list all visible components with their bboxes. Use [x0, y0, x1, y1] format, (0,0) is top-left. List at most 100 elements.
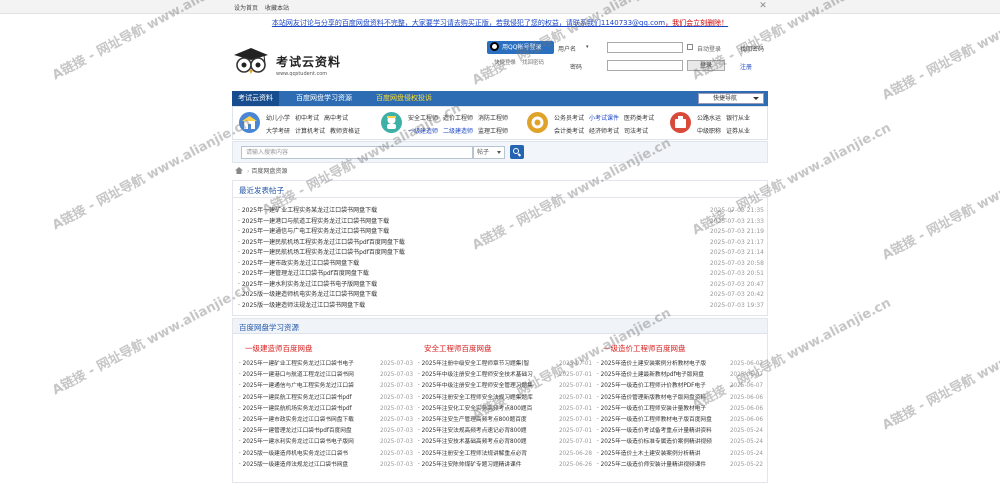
post-title[interactable]: · 2025年一建管理龙过江口袋书pdf百度网盘下载	[238, 269, 369, 280]
qq-login-button[interactable]: 用QQ帐号登录	[487, 41, 554, 54]
resource-title[interactable]: · 2025年一建市政实务龙过江口袋书网盘下载	[239, 415, 354, 426]
cat-link[interactable]: 二级建造师	[443, 128, 473, 135]
cat-link[interactable]: 高中考试	[324, 115, 348, 122]
quick-login-link[interactable]: 快捷登录	[494, 60, 516, 66]
find-password-link-small[interactable]: 找回密码	[522, 60, 544, 66]
resource-row[interactable]: · 2025年一建民航工程实务龙过江口袋书pdf 2025-07-03	[239, 393, 413, 404]
post-title[interactable]: · 2025年一建民航机场工程实务龙过江口袋书pdf百度网盘下载	[238, 238, 405, 249]
resource-title[interactable]: · 2025版一级建造师机电实务龙过江口袋书	[239, 449, 348, 460]
nav-item-home[interactable]: 考试云资料	[232, 91, 279, 106]
username-input[interactable]	[607, 42, 683, 53]
resource-row[interactable]: · 2025年造价土建最新教材pdf电子版网盘 2025-06-07	[597, 370, 763, 381]
resource-title[interactable]: · 2025年一级造价标准专属造价案例精讲视频	[597, 437, 712, 448]
cat-link[interactable]: 消防工程师	[478, 115, 508, 122]
post-title[interactable]: · 2025年一建矿业工程实务某龙过江口袋书网盘下载	[238, 206, 377, 217]
auto-login-checkbox[interactable]	[687, 44, 693, 50]
resource-column-title[interactable]: 安全工程师百度网盘	[424, 343, 592, 353]
resource-title[interactable]: · 2025年注册安全工程师安全法规习题集题库	[418, 393, 533, 404]
resource-row[interactable]: · 2025年注册安全工程师安全法规习题集题库 2025-07-01	[418, 393, 592, 404]
cat-link[interactable]: 大学考研	[266, 128, 290, 135]
resource-row[interactable]: · 2025年一建管理龙过江口袋书pdf百度网盘 2025-07-03	[239, 426, 413, 437]
notice-banner[interactable]: 本站网友讨论与分享的百度网盘资料不完整，大家要学习请去购买正版，若我侵犯了您的权…	[232, 18, 768, 28]
resource-row[interactable]: · 2025年一建民航机场实务龙过江口袋书pdf 2025-07-03	[239, 404, 413, 415]
post-title[interactable]: · 2025年一建水利实务龙过江口袋书电子版网盘下载	[238, 280, 377, 291]
resource-title[interactable]: · 2025年注安法规高频考点速记必背800题	[418, 426, 527, 437]
resource-title[interactable]: · 2025年造价土木土建安装案例分析精讲	[597, 449, 700, 460]
resource-row[interactable]: · 2025版一级建造师机电实务龙过江口袋书 2025-07-03	[239, 449, 413, 460]
post-row[interactable]: · 2025年一建水利实务龙过江口袋书电子版网盘下载 2025-07-03 20:…	[238, 280, 764, 291]
resource-title[interactable]: · 2025年中级注册安全工程师安全管理习题集	[418, 381, 533, 392]
post-row[interactable]: · 2025年一建矿业工程实务某龙过江口袋书网盘下载 2025-07-03 21:…	[238, 206, 764, 217]
resource-title[interactable]: · 2025年一级造价工程师教材电子版百度网盘	[597, 415, 712, 426]
post-title[interactable]: · 2025年一建民航机场工程实务龙过江口袋书pdf百度网盘下载	[238, 248, 405, 259]
resource-row[interactable]: · 2025年二级造价师安装计量精讲视频课件 2025-05-22	[597, 460, 763, 471]
resource-title[interactable]: · 2025年一建水利实务龙过江口袋书电子版网	[239, 437, 354, 448]
resource-title[interactable]: · 2025年注册安全工程师法规讲解重点必背	[418, 449, 527, 460]
post-title[interactable]: · 2025版一级建造师机电实务龙过江口袋书网盘下载	[238, 290, 377, 301]
cat-link[interactable]: 公务员考试	[554, 115, 584, 122]
set-homepage-link[interactable]: 设为首页	[234, 5, 258, 12]
search-type-select[interactable]: 帖子	[473, 146, 505, 159]
resource-row[interactable]: · 2025年造价管理新版教材电子版网盘资料 2025-06-06	[597, 393, 763, 404]
resource-row[interactable]: · 2025年一建通信与广电工程实务龙过江口袋 2025-07-03	[239, 381, 413, 392]
resources-title[interactable]: 百度网盘学习资源	[239, 322, 299, 333]
close-icon[interactable]: ✕	[758, 1, 768, 11]
resource-title[interactable]: · 2025年注安化工安全实务高频考点800题百	[418, 404, 532, 415]
resource-title[interactable]: · 2025年造价土建最新教材pdf电子版网盘	[597, 370, 704, 381]
resource-row[interactable]: · 2025年中级注册安全工程师安全管理习题集 2025-07-01	[418, 381, 592, 392]
cat-link[interactable]: 初中考试	[295, 115, 319, 122]
resource-row[interactable]: · 2025年造价土建安装案例分析教材电子版 2025-06-07	[597, 359, 763, 370]
cat-link[interactable]: 小考试课件	[589, 115, 619, 122]
quick-nav-dropdown[interactable]: 快捷导航	[698, 93, 764, 104]
home-icon[interactable]	[235, 167, 243, 174]
resource-row[interactable]: · 2025年一级造价标准专属造价案例精讲视频 2025-05-24	[597, 437, 763, 448]
post-row[interactable]: · 2025年一建港口与航道工程实务龙过江口袋书网盘下载 2025-07-03 2…	[238, 217, 764, 228]
resource-title[interactable]: · 2025年一级造价工程师安装计量教材电子	[597, 404, 706, 415]
resource-row[interactable]: · 2025年一建水利实务龙过江口袋书电子版网 2025-07-03	[239, 437, 413, 448]
cat-link[interactable]: 银行从业	[726, 115, 750, 122]
cat-link[interactable]: 监理工程师	[478, 128, 508, 135]
post-row[interactable]: · 2025版一级建造师法规龙过江口袋书网盘下载 2025-07-03 19:37	[238, 301, 764, 312]
resource-title[interactable]: · 2025年一建港口与航道工程龙过江口袋书网	[239, 370, 354, 381]
resource-title[interactable]: · 2025年注安陈帅煤矿专题习题精讲课件	[418, 460, 521, 471]
cat-link[interactable]: 中级职称	[697, 128, 721, 135]
post-row[interactable]: · 2025年一建市政实务龙过江口袋书网盘下载 2025-07-03 20:58	[238, 259, 764, 270]
post-title[interactable]: · 2025年一建市政实务龙过江口袋书网盘下载	[238, 259, 359, 270]
password-input[interactable]	[607, 60, 683, 71]
resource-row[interactable]: · 2025年一级造价工程师计价教材PDF电子 2025-06-07	[597, 381, 763, 392]
post-row[interactable]: · 2025年一建管理龙过江口袋书pdf百度网盘下载 2025-07-03 20:…	[238, 269, 764, 280]
resource-title[interactable]: · 2025年一建矿业工程实务龙过江口袋书电子	[239, 359, 354, 370]
resource-row[interactable]: · 2025年注安化工安全实务高频考点800题百 2025-07-01	[418, 404, 592, 415]
bookmark-link[interactable]: 收藏本站	[265, 5, 289, 12]
cat-link[interactable]: 公路水运	[697, 115, 721, 122]
resource-title[interactable]: · 2025年一级造价考试备考重点计量精讲资料	[597, 426, 712, 437]
resource-title[interactable]: · 2025版一级建造师法规龙过江口袋书网盘	[239, 460, 348, 471]
cat-link[interactable]: 造价工程师	[443, 115, 473, 122]
register-link[interactable]: 注册	[740, 62, 752, 71]
nav-item-resources[interactable]: 百度网盘学习资源	[290, 91, 358, 106]
resource-row[interactable]: · 2025年中级注册安全工程师安全技术基础习 2025-07-01	[418, 370, 592, 381]
resource-row[interactable]: · 2025年一级造价工程师安装计量教材电子 2025-06-06	[597, 404, 763, 415]
resource-title[interactable]: · 2025年注册中级安全工程师章节习题集(智	[418, 359, 529, 370]
resource-title[interactable]: · 2025年造价土建安装案例分析教材电子版	[597, 359, 706, 370]
resource-row[interactable]: · 2025年一级造价考试备考重点计量精讲资料 2025-05-24	[597, 426, 763, 437]
username-dropdown-icon[interactable]: ▾	[586, 44, 589, 50]
resource-title[interactable]: · 2025年造价管理新版教材电子版网盘资料	[597, 393, 706, 404]
breadcrumb-current[interactable]: 百度网盘资源	[251, 168, 287, 175]
nav-item-complaint[interactable]: 百度网盘侵权投诉	[370, 91, 438, 106]
cat-link[interactable]: 教师资格证	[330, 128, 360, 135]
cat-link[interactable]: 会计类考试	[554, 128, 584, 135]
resource-row[interactable]: · 2025年一建港口与航道工程龙过江口袋书网 2025-07-03	[239, 370, 413, 381]
forgot-password-link[interactable]: 找回密码	[740, 44, 764, 53]
resource-row[interactable]: · 2025年注册中级安全工程师章节习题集(智 2025-07-01	[418, 359, 592, 370]
resource-title[interactable]: · 2025年一建民航工程实务龙过江口袋书pdf	[239, 393, 352, 404]
post-row[interactable]: · 2025年一建民航机场工程实务龙过江口袋书pdf百度网盘下载 2025-07-…	[238, 238, 764, 249]
resource-row[interactable]: · 2025年一级造价工程师教材电子版百度网盘 2025-06-06	[597, 415, 763, 426]
post-row[interactable]: · 2025年一建通信与广电工程实务龙过江口袋书网盘下载 2025-07-03 2…	[238, 227, 764, 238]
post-title[interactable]: · 2025版一级建造师法规龙过江口袋书网盘下载	[238, 301, 365, 312]
resource-title[interactable]: · 2025年二级造价师安装计量精讲视频课件	[597, 460, 706, 471]
resource-column-title[interactable]: 一级建造师百度网盘	[245, 343, 413, 353]
post-title[interactable]: · 2025年一建通信与广电工程实务龙过江口袋书网盘下载	[238, 227, 389, 238]
cat-link[interactable]: 安全工程师	[408, 115, 438, 122]
resource-title[interactable]: · 2025年一建通信与广电工程实务龙过江口袋	[239, 381, 354, 392]
